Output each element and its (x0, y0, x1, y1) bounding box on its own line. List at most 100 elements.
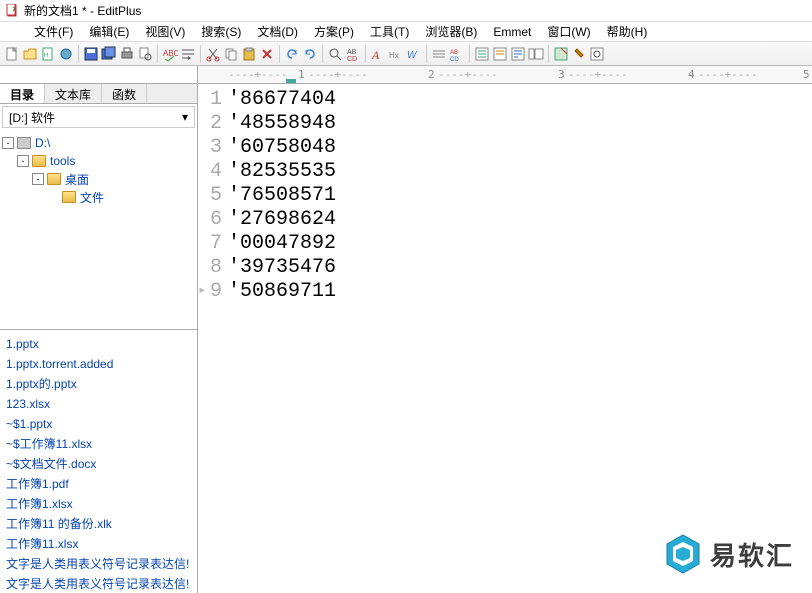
menu-bar: 文件(F) 编辑(E) 视图(V) 搜索(S) 文档(D) 方案(P) 工具(T… (0, 22, 812, 42)
editor-area[interactable]: ▸ 1 2 3 4 5 6 7 8 9 '86677404 '48558948 … (198, 84, 812, 593)
chevron-down-icon: ▾ (182, 110, 188, 124)
tree-item-label: D:\ (35, 136, 50, 150)
sidebar-tab-directory[interactable]: 目录 (0, 84, 45, 103)
redo-icon[interactable] (302, 46, 318, 62)
line-number: 8 (198, 256, 222, 280)
menu-emmet[interactable]: Emmet (487, 24, 537, 40)
code-line[interactable]: '76508571 (228, 184, 812, 208)
delete-icon[interactable] (259, 46, 275, 62)
code-line[interactable]: '86677404 (228, 88, 812, 112)
new-html-icon[interactable]: H (40, 46, 56, 62)
menu-file[interactable]: 文件(F) (28, 22, 79, 41)
menu-view[interactable]: 视图(V) (139, 22, 191, 41)
document-selector-icon[interactable] (528, 46, 544, 62)
window-title: 新的文档1 * - EditPlus (24, 2, 141, 19)
code-line[interactable]: '27698624 (228, 208, 812, 232)
save-icon[interactable] (83, 46, 99, 62)
code-content[interactable]: '86677404 '48558948 '60758048 '82535535 … (228, 84, 812, 593)
spellcheck-icon[interactable]: ABC (162, 46, 178, 62)
tree-item-folder[interactable]: 文件 (2, 188, 195, 206)
code-line[interactable]: '39735476 (228, 256, 812, 280)
sidebar: 目录 文本库 函数 [D:] 软件 ▾ - D:\ - tools - (0, 84, 198, 593)
toolbar: H ABC ABCD A Hx W ABCD (0, 42, 812, 66)
svg-text:ABC: ABC (163, 49, 178, 58)
wordwrap-icon[interactable] (180, 46, 196, 62)
menu-browser[interactable]: 浏览器(B) (419, 22, 483, 41)
sidebar-tab-functions[interactable]: 函数 (102, 84, 147, 103)
tree-item-folder[interactable]: - 桌面 (2, 170, 195, 188)
file-item[interactable]: 1.pptx的.pptx (6, 374, 191, 394)
toolbar-separator (279, 45, 280, 63)
tree-item-drive[interactable]: - D:\ (2, 134, 195, 152)
code-line[interactable]: '00047892 (228, 232, 812, 256)
font-icon[interactable]: A (370, 46, 386, 62)
browser-view-icon[interactable]: W (406, 46, 422, 62)
line-number: 2 (198, 112, 222, 136)
cut-icon[interactable] (205, 46, 221, 62)
sidebar-tab-cliptext[interactable]: 文本库 (45, 84, 102, 103)
watermark: 易软汇 (664, 533, 794, 575)
new-browser-icon[interactable] (58, 46, 74, 62)
file-item[interactable]: 工作簿1.pdf (6, 474, 191, 494)
file-item[interactable]: 工作簿11.xlsx (6, 534, 191, 554)
paste-icon[interactable] (241, 46, 257, 62)
file-item[interactable]: 工作簿11 的备份.xlk (6, 514, 191, 534)
print-icon[interactable] (119, 46, 135, 62)
tree-toggle-icon[interactable]: - (2, 137, 14, 149)
code-line[interactable]: '48558948 (228, 112, 812, 136)
svg-text:H: H (44, 53, 48, 59)
file-item[interactable]: 文字是人类用表义符号记录表达信! (6, 554, 191, 574)
folder-icon (47, 173, 61, 185)
file-item[interactable]: 1.pptx (6, 334, 191, 354)
file-item[interactable]: 工作簿1.xlsx (6, 494, 191, 514)
user-tool-icon[interactable] (571, 46, 587, 62)
open-file-icon[interactable] (22, 46, 38, 62)
cliptext-icon[interactable] (492, 46, 508, 62)
code-line[interactable]: '82535535 (228, 160, 812, 184)
folder-icon (32, 155, 46, 167)
file-item[interactable]: 123.xlsx (6, 394, 191, 414)
undo-icon[interactable] (284, 46, 300, 62)
svg-text:CD: CD (450, 57, 459, 62)
drive-selector-label: [D:] 软件 (9, 109, 55, 126)
menu-document[interactable]: 文档(D) (251, 22, 304, 41)
tree-toggle-icon[interactable]: - (32, 173, 44, 185)
file-item[interactable]: 文字是人类用表义符号记录表达信! (6, 574, 191, 593)
line-number-gutter: 1 2 3 4 5 6 7 8 9 (198, 84, 228, 593)
file-item[interactable]: 1.pptx.torrent.added (6, 354, 191, 374)
replace-icon[interactable]: ABCD (345, 46, 361, 62)
menu-edit[interactable]: 编辑(E) (83, 22, 135, 41)
copy-icon[interactable] (223, 46, 239, 62)
code-folding-icon[interactable]: ABCD (449, 46, 465, 62)
new-file-icon[interactable] (4, 46, 20, 62)
tree-item-folder[interactable]: - tools (2, 152, 195, 170)
output-icon[interactable] (510, 46, 526, 62)
code-line[interactable]: '50869711 (228, 280, 812, 304)
preferences-icon[interactable] (553, 46, 569, 62)
menu-window[interactable]: 窗口(W) (541, 22, 596, 41)
menu-search[interactable]: 搜索(S) (195, 22, 247, 41)
svg-text:W: W (407, 50, 418, 61)
tree-toggle-icon[interactable]: - (17, 155, 29, 167)
code-line[interactable]: '60758048 (228, 136, 812, 160)
folder-icon (62, 191, 76, 203)
file-item[interactable]: ~$工作簿11.xlsx (6, 434, 191, 454)
hex-icon[interactable]: Hx (388, 46, 404, 62)
settings-icon[interactable] (589, 46, 605, 62)
toolbar-separator (200, 45, 201, 63)
folder-tree: - D:\ - tools - 桌面 文件 (0, 130, 197, 330)
menu-tools[interactable]: 工具(T) (364, 22, 415, 41)
watermark-text: 易软汇 (710, 536, 794, 573)
save-all-icon[interactable] (101, 46, 117, 62)
print-preview-icon[interactable] (137, 46, 153, 62)
toolbar-separator (548, 45, 549, 63)
directory-icon[interactable] (474, 46, 490, 62)
menu-help[interactable]: 帮助(H) (601, 22, 654, 41)
drive-selector[interactable]: [D:] 软件 ▾ (2, 106, 195, 128)
ruler-row: ----+---- 1 ----+---- 2 ----+---- 3 ----… (0, 66, 812, 84)
column-marker-icon[interactable] (431, 46, 447, 62)
file-item[interactable]: ~$文档文件.docx (6, 454, 191, 474)
find-icon[interactable] (327, 46, 343, 62)
menu-project[interactable]: 方案(P) (308, 22, 360, 41)
file-item[interactable]: ~$1.pptx (6, 414, 191, 434)
